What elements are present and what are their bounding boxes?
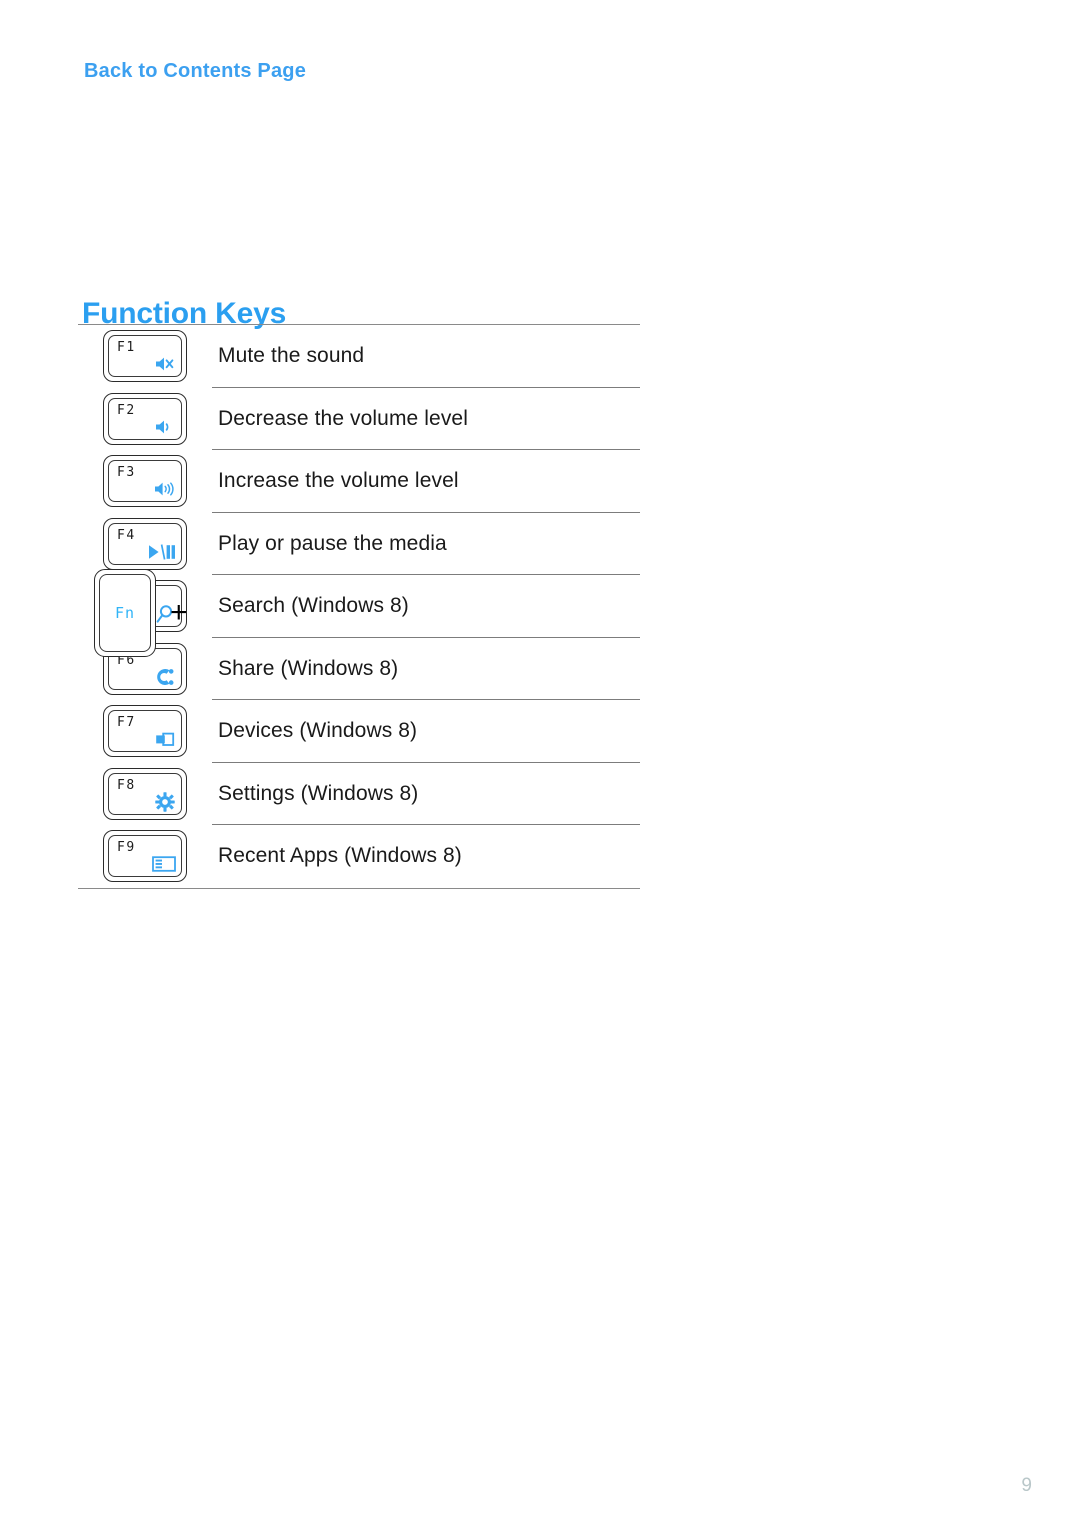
- devices-icon: [156, 732, 175, 747]
- table-row: F1 Mute the sound: [78, 325, 640, 388]
- settings-gear-icon: [155, 792, 175, 812]
- function-key-label: F4: [117, 527, 136, 543]
- volume-up-icon: [155, 482, 174, 496]
- function-key-f4[interactable]: F4: [103, 517, 187, 570]
- function-key-label: F2: [117, 402, 136, 418]
- page-number: 9: [1021, 1475, 1032, 1496]
- key-description: Share (Windows 8): [218, 656, 399, 680]
- function-key-label: F7: [117, 715, 136, 731]
- function-key-f9[interactable]: F9: [103, 830, 187, 883]
- table-row: F3 Increase the volume level: [78, 450, 640, 513]
- key-description: Decrease the volume level: [218, 406, 468, 430]
- plus-combiner-symbol: +: [170, 596, 188, 629]
- table-row: F7 Devices (Windows 8): [78, 700, 640, 763]
- function-key-f8[interactable]: F8: [103, 767, 187, 820]
- function-key-f7[interactable]: F7: [103, 705, 187, 758]
- key-cell: F3: [78, 455, 212, 508]
- volume-down-icon: [156, 420, 169, 434]
- recent-apps-icon: [152, 856, 176, 872]
- back-to-contents-link[interactable]: Back to Contents Page: [84, 60, 306, 83]
- key-description: Search (Windows 8): [218, 594, 409, 618]
- share-icon: [157, 668, 174, 685]
- key-cell: F8: [78, 767, 212, 820]
- key-description: Devices (Windows 8): [218, 719, 418, 743]
- key-cell: F2: [78, 392, 212, 445]
- table-row: F9 Recent Apps (Windows 8): [78, 825, 640, 888]
- table-row: F2 Decrease the volume level: [78, 388, 640, 450]
- function-keys-rows: Fn + F1 Mute the sound F2 Decrease the v…: [78, 325, 640, 888]
- function-keys-table: Fn + F1 Mute the sound F2 Decrease the v…: [78, 324, 640, 889]
- key-description: Mute the sound: [218, 344, 365, 368]
- key-description: Settings (Windows 8): [218, 781, 419, 805]
- function-key-label: F9: [117, 840, 136, 856]
- fn-key-label: Fn: [114, 604, 136, 622]
- key-description: Play or pause the media: [218, 531, 447, 555]
- key-description: Recent Apps (Windows 8): [218, 844, 462, 868]
- table-bottom-rule: [78, 887, 640, 889]
- key-cell: F9: [78, 830, 212, 883]
- play-pause-icon: [149, 544, 175, 560]
- fn-key[interactable]: Fn: [94, 569, 156, 657]
- mute-speaker-icon: [156, 357, 174, 371]
- function-key-label: F8: [117, 777, 136, 793]
- function-key-f3[interactable]: F3: [103, 455, 187, 508]
- function-key-label: F3: [117, 465, 136, 481]
- fn-modifier-cluster: Fn +: [94, 565, 216, 661]
- key-cell: F7: [78, 705, 212, 758]
- function-key-label: F1: [117, 340, 136, 356]
- key-cell: F1: [78, 330, 212, 383]
- function-key-f1[interactable]: F1: [103, 330, 187, 383]
- table-row: F8 Settings (Windows 8): [78, 763, 640, 825]
- key-description: Increase the volume level: [218, 469, 459, 493]
- key-cell: F4: [78, 517, 212, 570]
- function-key-f2[interactable]: F2: [103, 392, 187, 445]
